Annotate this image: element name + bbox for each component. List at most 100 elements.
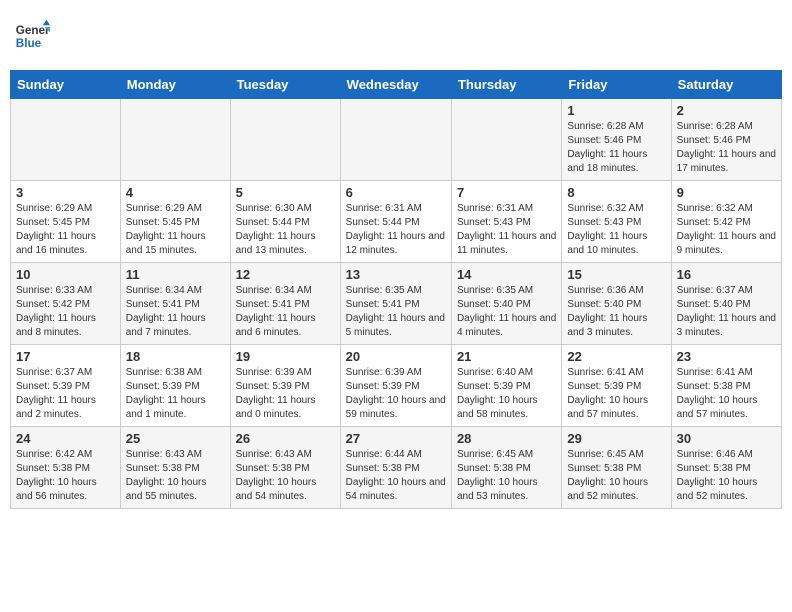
day-number: 4: [126, 185, 225, 200]
calendar-cell: [230, 99, 340, 181]
cell-content: Sunrise: 6:31 AM Sunset: 5:44 PM Dayligh…: [346, 202, 446, 258]
day-number: 22: [567, 349, 665, 364]
calendar-cell: 4 Sunrise: 6:29 AM Sunset: 5:45 PM Daylig…: [120, 181, 230, 263]
cell-content: Sunrise: 6:41 AM Sunset: 5:38 PM Dayligh…: [677, 366, 776, 422]
week-row-1: 1 Sunrise: 6:28 AM Sunset: 5:46 PM Daylig…: [11, 99, 782, 181]
week-row-4: 17 Sunrise: 6:37 AM Sunset: 5:39 PM Dayli…: [11, 345, 782, 427]
cell-content: Sunrise: 6:38 AM Sunset: 5:39 PM Dayligh…: [126, 366, 225, 422]
page-header: General Blue: [10, 10, 782, 62]
cell-content: Sunrise: 6:30 AM Sunset: 5:44 PM Dayligh…: [236, 202, 335, 258]
week-row-3: 10 Sunrise: 6:33 AM Sunset: 5:42 PM Dayli…: [11, 263, 782, 345]
day-number: 26: [236, 431, 335, 446]
calendar-cell: 5 Sunrise: 6:30 AM Sunset: 5:44 PM Daylig…: [230, 181, 340, 263]
day-number: 1: [567, 103, 665, 118]
calendar-cell: 26 Sunrise: 6:43 AM Sunset: 5:38 PM Dayli…: [230, 427, 340, 509]
day-number: 5: [236, 185, 335, 200]
day-number: 17: [16, 349, 115, 364]
logo-icon: General Blue: [14, 18, 50, 54]
calendar-cell: 20 Sunrise: 6:39 AM Sunset: 5:39 PM Dayli…: [340, 345, 451, 427]
calendar-cell: 30 Sunrise: 6:46 AM Sunset: 5:38 PM Dayli…: [671, 427, 781, 509]
day-number: 9: [677, 185, 776, 200]
cell-content: Sunrise: 6:43 AM Sunset: 5:38 PM Dayligh…: [236, 448, 335, 504]
day-number: 30: [677, 431, 776, 446]
calendar-cell: 10 Sunrise: 6:33 AM Sunset: 5:42 PM Dayli…: [11, 263, 121, 345]
day-number: 25: [126, 431, 225, 446]
svg-text:General: General: [16, 24, 50, 37]
cell-content: Sunrise: 6:46 AM Sunset: 5:38 PM Dayligh…: [677, 448, 776, 504]
cell-content: Sunrise: 6:39 AM Sunset: 5:39 PM Dayligh…: [346, 366, 446, 422]
cell-content: Sunrise: 6:32 AM Sunset: 5:42 PM Dayligh…: [677, 202, 776, 258]
weekday-header-friday: Friday: [562, 71, 671, 99]
logo: General Blue: [14, 18, 50, 54]
calendar-cell: 13 Sunrise: 6:35 AM Sunset: 5:41 PM Dayli…: [340, 263, 451, 345]
day-number: 15: [567, 267, 665, 282]
day-number: 10: [16, 267, 115, 282]
day-number: 6: [346, 185, 446, 200]
day-number: 12: [236, 267, 335, 282]
calendar-cell: [340, 99, 451, 181]
day-number: 18: [126, 349, 225, 364]
cell-content: Sunrise: 6:28 AM Sunset: 5:46 PM Dayligh…: [567, 120, 665, 176]
calendar-cell: 27Sunrise: 6:44 AM Sunset: 5:38 PM Dayli…: [340, 427, 451, 509]
svg-text:Blue: Blue: [16, 37, 42, 50]
calendar-cell: [11, 99, 121, 181]
calendar-cell: 19 Sunrise: 6:39 AM Sunset: 5:39 PM Dayli…: [230, 345, 340, 427]
cell-content: Sunrise: 6:33 AM Sunset: 5:42 PM Dayligh…: [16, 284, 115, 340]
calendar-cell: [120, 99, 230, 181]
cell-content: Sunrise: 6:40 AM Sunset: 5:39 PM Dayligh…: [457, 366, 556, 422]
cell-content: Sunrise: 6:34 AM Sunset: 5:41 PM Dayligh…: [126, 284, 225, 340]
calendar-cell: 24 Sunrise: 6:42 AM Sunset: 5:38 PM Dayli…: [11, 427, 121, 509]
calendar-cell: 18 Sunrise: 6:38 AM Sunset: 5:39 PM Dayli…: [120, 345, 230, 427]
cell-content: Sunrise: 6:44 AM Sunset: 5:38 PM Dayligh…: [346, 448, 446, 504]
day-number: 16: [677, 267, 776, 282]
cell-content: Sunrise: 6:39 AM Sunset: 5:39 PM Dayligh…: [236, 366, 335, 422]
cell-content: Sunrise: 6:28 AM Sunset: 5:46 PM Dayligh…: [677, 120, 776, 176]
weekday-header-row: SundayMondayTuesdayWednesdayThursdayFrid…: [11, 71, 782, 99]
day-number: 20: [346, 349, 446, 364]
cell-content: Sunrise: 6:43 AM Sunset: 5:38 PM Dayligh…: [126, 448, 225, 504]
calendar-cell: 3Sunrise: 6:29 AM Sunset: 5:45 PM Daylig…: [11, 181, 121, 263]
cell-content: Sunrise: 6:32 AM Sunset: 5:43 PM Dayligh…: [567, 202, 665, 258]
weekday-header-sunday: Sunday: [11, 71, 121, 99]
calendar-cell: 15 Sunrise: 6:36 AM Sunset: 5:40 PM Dayli…: [562, 263, 671, 345]
day-number: 3: [16, 185, 115, 200]
calendar-cell: 7 Sunrise: 6:31 AM Sunset: 5:43 PM Daylig…: [451, 181, 561, 263]
calendar-cell: 2 Sunrise: 6:28 AM Sunset: 5:46 PM Daylig…: [671, 99, 781, 181]
cell-content: Sunrise: 6:37 AM Sunset: 5:39 PM Dayligh…: [16, 366, 115, 422]
day-number: 19: [236, 349, 335, 364]
day-number: 13: [346, 267, 446, 282]
day-number: 11: [126, 267, 225, 282]
cell-content: Sunrise: 6:35 AM Sunset: 5:40 PM Dayligh…: [457, 284, 556, 340]
cell-content: Sunrise: 6:36 AM Sunset: 5:40 PM Dayligh…: [567, 284, 665, 340]
cell-content: Sunrise: 6:41 AM Sunset: 5:39 PM Dayligh…: [567, 366, 665, 422]
weekday-header-wednesday: Wednesday: [340, 71, 451, 99]
calendar-cell: 1 Sunrise: 6:28 AM Sunset: 5:46 PM Daylig…: [562, 99, 671, 181]
calendar-cell: 23Sunrise: 6:41 AM Sunset: 5:38 PM Dayli…: [671, 345, 781, 427]
day-number: 21: [457, 349, 556, 364]
day-number: 24: [16, 431, 115, 446]
calendar-cell: 17 Sunrise: 6:37 AM Sunset: 5:39 PM Dayli…: [11, 345, 121, 427]
cell-content: Sunrise: 6:31 AM Sunset: 5:43 PM Dayligh…: [457, 202, 556, 258]
day-number: 2: [677, 103, 776, 118]
calendar-cell: 22 Sunrise: 6:41 AM Sunset: 5:39 PM Dayli…: [562, 345, 671, 427]
week-row-2: 3 Sunrise: 6:29 AM Sunset: 5:45 PM Daylig…: [11, 181, 782, 263]
cell-content: Sunrise: 6:37 AM Sunset: 5:40 PM Dayligh…: [677, 284, 776, 340]
calendar-cell: 16 Sunrise: 6:37 AM Sunset: 5:40 PM Dayli…: [671, 263, 781, 345]
calendar-cell: 11 Sunrise: 6:34 AM Sunset: 5:41 PM Dayli…: [120, 263, 230, 345]
week-row-5: 24 Sunrise: 6:42 AM Sunset: 5:38 PM Dayli…: [11, 427, 782, 509]
day-number: 8: [567, 185, 665, 200]
cell-content: Sunrise: 6:42 AM Sunset: 5:38 PM Dayligh…: [16, 448, 115, 504]
cell-content: Sunrise: 6:34 AM Sunset: 5:41 PM Dayligh…: [236, 284, 335, 340]
calendar-cell: 14Sunrise: 6:35 AM Sunset: 5:40 PM Dayli…: [451, 263, 561, 345]
cell-content: Sunrise: 6:29 AM Sunset: 5:45 PM Dayligh…: [126, 202, 225, 258]
cell-content: Sunrise: 6:45 AM Sunset: 5:38 PM Dayligh…: [457, 448, 556, 504]
calendar-cell: 6 Sunrise: 6:31 AM Sunset: 5:44 PM Daylig…: [340, 181, 451, 263]
calendar-cell: 28 Sunrise: 6:45 AM Sunset: 5:38 PM Dayli…: [451, 427, 561, 509]
day-number: 28: [457, 431, 556, 446]
day-number: 7: [457, 185, 556, 200]
calendar-cell: 9 Sunrise: 6:32 AM Sunset: 5:42 PM Daylig…: [671, 181, 781, 263]
calendar-cell: [451, 99, 561, 181]
calendar-cell: 25 Sunrise: 6:43 AM Sunset: 5:38 PM Dayli…: [120, 427, 230, 509]
weekday-header-thursday: Thursday: [451, 71, 561, 99]
cell-content: Sunrise: 6:35 AM Sunset: 5:41 PM Dayligh…: [346, 284, 446, 340]
